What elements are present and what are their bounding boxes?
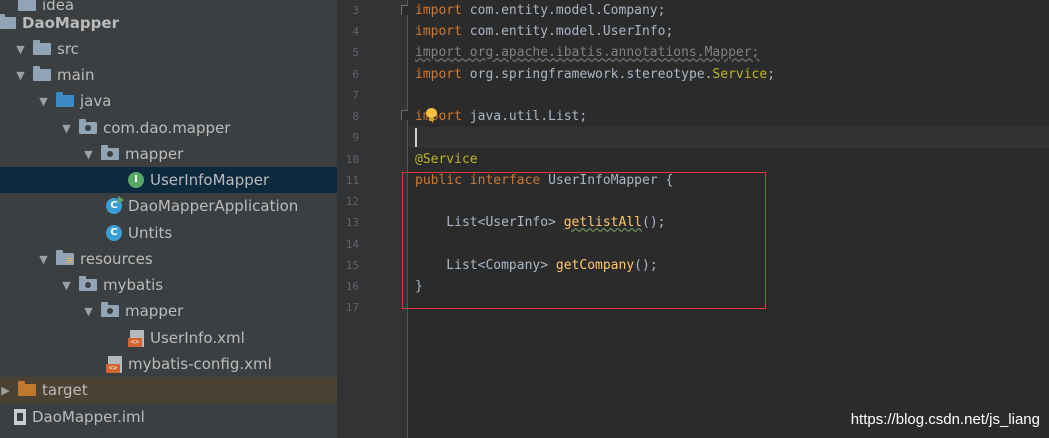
- package-icon: [101, 145, 119, 160]
- chevron-down-icon[interactable]: ▼: [60, 279, 73, 292]
- chevron-down-icon[interactable]: ▼: [37, 95, 50, 108]
- source-folder-icon: [56, 92, 74, 107]
- chevron-down-icon[interactable]: ▼: [82, 148, 95, 161]
- unused-import: import org.apache.ibatis.annotations.Map…: [415, 45, 760, 60]
- tree-item-label: mapper: [125, 302, 184, 320]
- tree-item-label: src: [57, 40, 79, 58]
- chevron-down-icon[interactable]: ▼: [14, 43, 27, 56]
- tree-item-label: target: [42, 381, 88, 399]
- tree-item-label: mybatis: [103, 276, 164, 294]
- tree-item-mybatis-config-xml[interactable]: mybatis-config.xml: [0, 351, 337, 377]
- line-number: 16: [345, 280, 359, 293]
- line-number: 6: [352, 68, 359, 81]
- text-caret: [415, 128, 417, 147]
- tree-item-resources[interactable]: ▼ resources: [0, 246, 337, 272]
- line-number: 8: [352, 110, 359, 123]
- interface-icon: I: [128, 172, 144, 188]
- code-line-10: @Service: [415, 152, 478, 167]
- code-line-6: import org.springframework.stereotype.Se…: [415, 67, 776, 82]
- tree-item-label: DaoMapperApplication: [128, 197, 299, 215]
- lightbulb-icon[interactable]: [426, 108, 437, 122]
- editor-gutter: 3 4 5 6 7 8 9 10 11 12 13 14 15 16 17: [337, 0, 407, 438]
- tree-item-label: Untits: [128, 224, 173, 242]
- module-folder-icon: [0, 14, 16, 29]
- line-number: 10: [345, 153, 359, 166]
- line-number: 3: [352, 4, 359, 17]
- tree-item-daomapper[interactable]: DaoMapper: [0, 10, 337, 36]
- line-number: 14: [345, 238, 359, 251]
- code-line-5: import org.apache.ibatis.annotations.Map…: [415, 42, 759, 63]
- tree-item-mapper-package[interactable]: ▼ mapper: [0, 141, 337, 167]
- tree-item-daomapper-iml[interactable]: DaoMapper.iml: [0, 404, 337, 430]
- line-number: 7: [352, 89, 359, 102]
- tree-item-mybatis[interactable]: ▼ mybatis: [0, 272, 337, 298]
- tree-item-com-dao-mapper[interactable]: ▼ com.dao.mapper: [0, 115, 337, 141]
- tree-item-main[interactable]: ▼ main: [0, 62, 337, 88]
- highlight-box: [402, 172, 766, 309]
- tree-item-label: mybatis-config.xml: [128, 355, 272, 373]
- line-number: 17: [345, 301, 359, 314]
- line-number: 9: [352, 131, 359, 144]
- current-line-highlight: [408, 127, 1049, 148]
- project-tool-window: idea DaoMapper ▼ src ▼ main ▼ java ▼ com…: [0, 0, 337, 438]
- line-number: 13: [345, 216, 359, 229]
- tree-item-label: resources: [80, 250, 153, 268]
- code-line-3: import com.entity.model.Company;: [415, 3, 666, 18]
- line-number: 11: [345, 174, 359, 187]
- xml-file-icon: [106, 355, 122, 373]
- line-number: 5: [352, 46, 359, 59]
- chevron-down-icon[interactable]: ▼: [82, 305, 95, 318]
- excluded-folder-icon: [18, 381, 36, 396]
- chevron-down-icon[interactable]: ▼: [14, 69, 27, 82]
- code-line-8: import java.util.List;: [415, 109, 588, 124]
- tree-item-label: UserInfo.xml: [150, 329, 245, 347]
- tree-item-mapper-folder[interactable]: ▼ mapper: [0, 298, 337, 324]
- resources-folder-icon: [56, 250, 74, 265]
- folder-icon: [101, 302, 119, 317]
- tree-item-daomapperapplication[interactable]: C DaoMapperApplication: [0, 193, 337, 219]
- spring-boot-class-icon: C: [106, 196, 124, 214]
- line-number: 12: [345, 195, 359, 208]
- tree-item-label: DaoMapper: [22, 14, 119, 32]
- folder-icon: [33, 66, 51, 81]
- tree-item-userinfo-xml[interactable]: UserInfo.xml: [0, 325, 337, 351]
- line-number: 4: [352, 25, 359, 38]
- package-icon: [79, 119, 97, 134]
- watermark: https://blog.csdn.net/js_liang: [850, 411, 1040, 428]
- tree-item-java[interactable]: ▼ java: [0, 88, 337, 114]
- line-number: 15: [345, 259, 359, 272]
- folder-icon: [33, 40, 51, 55]
- class-icon: C: [106, 225, 122, 241]
- tree-item-label: java: [80, 92, 112, 110]
- code-line-4: import com.entity.model.UserInfo;: [415, 24, 674, 39]
- tree-item-label: DaoMapper.iml: [32, 408, 145, 426]
- tree-item-untits[interactable]: C Untits: [0, 220, 337, 246]
- chevron-down-icon[interactable]: ▼: [60, 122, 73, 135]
- tree-item-src[interactable]: ▼ src: [0, 36, 337, 62]
- tree-item-target[interactable]: ▶ target: [0, 377, 337, 403]
- chevron-right-icon[interactable]: ▶: [0, 384, 12, 397]
- tree-item-label: main: [57, 66, 95, 84]
- module-file-icon: [14, 409, 26, 425]
- folder-icon: [79, 276, 97, 291]
- tree-item-userinfomapper[interactable]: I UserInfoMapper: [0, 167, 337, 193]
- tree-item-label: UserInfoMapper: [150, 171, 270, 189]
- tree-item-label: com.dao.mapper: [103, 119, 231, 137]
- xml-file-icon: [128, 329, 144, 347]
- chevron-down-icon[interactable]: ▼: [37, 253, 50, 266]
- tree-item-label: mapper: [125, 145, 184, 163]
